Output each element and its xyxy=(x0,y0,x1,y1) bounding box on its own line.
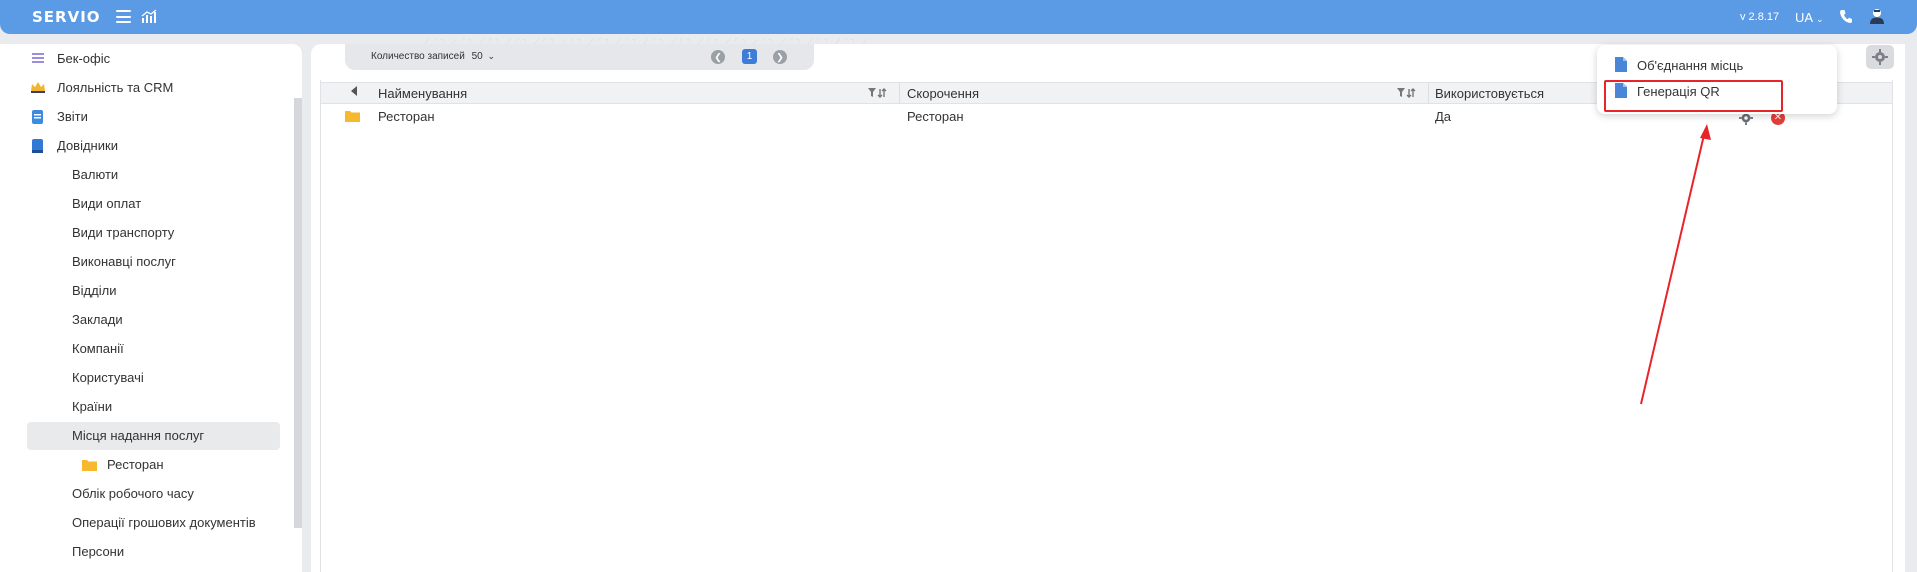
sidebar-item-payment-types[interactable]: Види оплат xyxy=(72,190,141,218)
user-avatar-icon[interactable] xyxy=(1869,8,1885,25)
top-bar: SERVIO v 2.8.17 UA ⌄ xyxy=(0,0,1917,34)
report-icon xyxy=(32,110,43,124)
sidebar-item-reports[interactable]: Звіти xyxy=(28,103,288,131)
menu-item-label: Генерація QR xyxy=(1637,84,1720,99)
list-icon xyxy=(32,53,44,63)
sidebar-item-establishments[interactable]: Заклади xyxy=(72,306,123,334)
page-scrollbar[interactable] xyxy=(1905,44,1917,572)
actions-dropdown: Об'єднання місць Генерація QR xyxy=(1597,45,1837,114)
sidebar-item-restaurant[interactable]: Ресторан xyxy=(82,451,262,479)
column-separator xyxy=(1428,83,1429,103)
app-logo: SERVIO xyxy=(32,8,101,26)
sidebar-item-label: Ресторан xyxy=(107,457,164,472)
sidebar-item-label: Довідники xyxy=(57,138,118,153)
sidebar-item-label: Бек-офіс xyxy=(57,51,111,66)
sidebar-item-label: Лояльність та CRM xyxy=(57,80,174,95)
sidebar-item-cash-operations[interactable]: Операції грошових документів xyxy=(72,509,256,537)
filter-sort-icon[interactable] xyxy=(1397,88,1417,98)
sidebar-item-users[interactable]: Користувачі xyxy=(72,364,144,392)
sidebar-item-companies[interactable]: Компанії xyxy=(72,335,124,363)
folder-icon xyxy=(345,111,360,122)
sidebar-item-departments[interactable]: Відділи xyxy=(72,277,116,305)
crown-icon xyxy=(31,82,45,93)
settings-button[interactable] xyxy=(1866,45,1894,69)
records-per-page-select[interactable]: Количество записей 50 ⌄ xyxy=(371,51,495,62)
cell-short: Ресторан xyxy=(907,109,964,124)
collapse-arrow-icon[interactable] xyxy=(350,86,358,96)
sidebar-item-countries[interactable]: Країни xyxy=(72,393,112,421)
data-table xyxy=(320,80,1893,572)
menu-item-label: Об'єднання місць xyxy=(1637,58,1744,73)
sidebar-scrollbar[interactable] xyxy=(294,98,302,528)
menu-icon[interactable] xyxy=(116,10,131,23)
folder-icon xyxy=(82,460,97,471)
filter-sort-icon[interactable] xyxy=(868,88,888,98)
phone-icon[interactable] xyxy=(1839,9,1853,24)
document-icon xyxy=(1615,57,1627,72)
column-separator xyxy=(899,83,900,103)
language-value: UA xyxy=(1795,10,1813,25)
book-icon xyxy=(32,139,43,153)
cell-name: Ресторан xyxy=(378,109,435,124)
gear-icon xyxy=(1872,49,1888,65)
chevron-down-icon: ⌄ xyxy=(1815,14,1824,24)
column-header-used[interactable]: Використовується xyxy=(1435,86,1544,101)
prev-page-button[interactable]: ❮ xyxy=(711,50,725,64)
next-page-button[interactable]: ❯ xyxy=(773,50,787,64)
sidebar-item-loyalty[interactable]: Лояльність та CRM xyxy=(28,74,288,102)
sidebar-item-transport-types[interactable]: Види транспорту xyxy=(72,219,174,247)
sidebar-item-service-places[interactable]: Місця надання послуг xyxy=(27,422,280,450)
column-header-name[interactable]: Найменування xyxy=(378,86,467,101)
current-page[interactable]: 1 xyxy=(742,49,757,64)
sidebar-item-back-office[interactable]: Бек-офіс xyxy=(28,45,288,73)
chevron-right-icon: ❯ xyxy=(776,52,784,62)
menu-item-merge-places[interactable]: Об'єднання місць xyxy=(1615,55,1815,77)
pagination-bar: Количество записей 50 ⌄ ❮ 1 ❯ xyxy=(345,44,814,70)
stats-icon[interactable] xyxy=(141,9,157,24)
version-label: v 2.8.17 xyxy=(1740,11,1780,23)
sidebar-item-directories[interactable]: Довідники xyxy=(28,132,288,160)
chevron-left-icon: ❮ xyxy=(714,52,722,62)
sidebar-item-time-tracking[interactable]: Облік робочого часу xyxy=(72,480,194,508)
sidebar-item-service-providers[interactable]: Виконавці послуг xyxy=(72,248,176,276)
menu-item-generate-qr[interactable]: Генерація QR xyxy=(1615,81,1775,103)
sidebar-item-persons[interactable]: Персони xyxy=(72,538,124,566)
sidebar-item-currencies[interactable]: Валюти xyxy=(72,161,118,189)
records-per-page-label: Количество записей xyxy=(371,51,465,62)
cell-used: Да xyxy=(1435,109,1452,124)
column-header-short[interactable]: Скорочення xyxy=(907,86,979,101)
chevron-down-icon: ⌄ xyxy=(487,51,496,61)
language-select[interactable]: UA ⌄ xyxy=(1795,10,1824,25)
document-icon xyxy=(1615,83,1627,98)
sidebar-item-label: Місця надання послуг xyxy=(72,428,205,443)
sidebar-item-label: Звіти xyxy=(57,109,88,124)
records-per-page-value: 50 xyxy=(471,51,483,62)
